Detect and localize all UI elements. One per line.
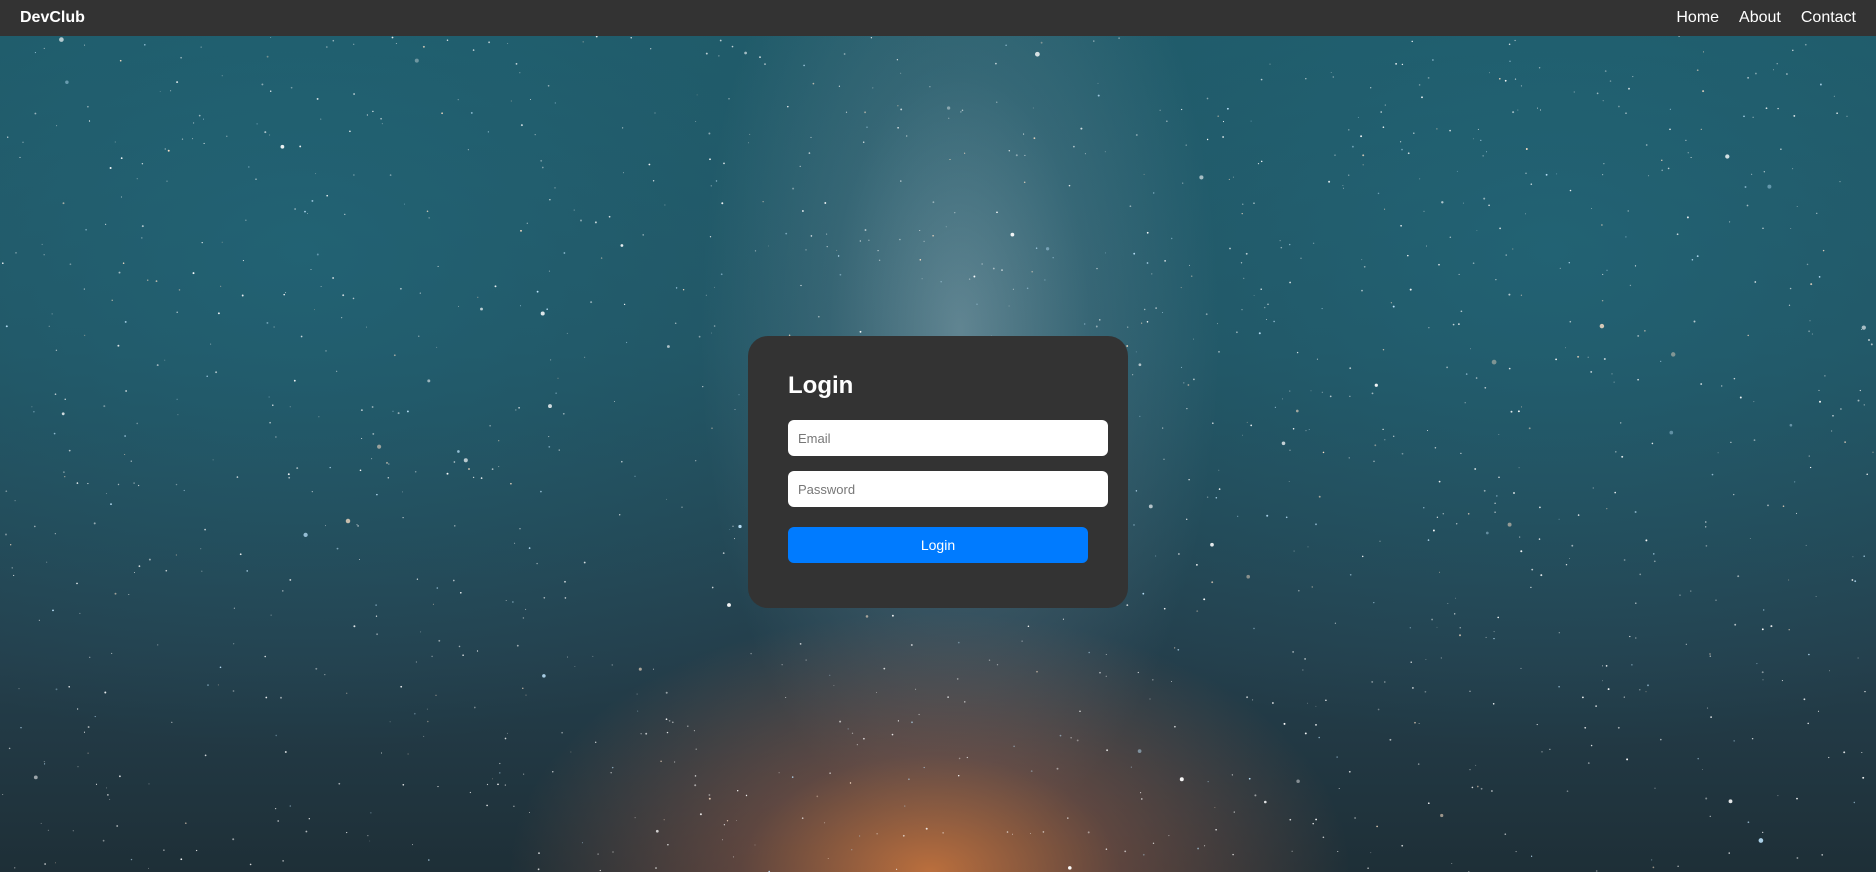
- login-button[interactable]: Login: [788, 527, 1088, 563]
- email-input[interactable]: [788, 420, 1108, 456]
- nav-link-home[interactable]: Home: [1676, 9, 1719, 27]
- nav-link-about[interactable]: About: [1739, 9, 1781, 27]
- login-title: Login: [788, 372, 854, 399]
- brand-logo[interactable]: DevClub: [20, 9, 85, 27]
- nav-links: Home About Contact: [1676, 9, 1856, 27]
- password-input[interactable]: [788, 471, 1108, 507]
- top-navbar: DevClub Home About Contact: [0, 0, 1876, 36]
- nav-link-contact[interactable]: Contact: [1801, 9, 1856, 27]
- login-card: Login Login: [748, 336, 1128, 608]
